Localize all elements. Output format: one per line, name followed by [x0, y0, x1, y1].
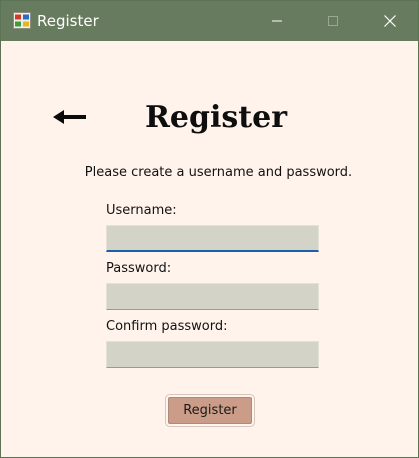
username-label: Username: [106, 203, 177, 218]
register-button[interactable]: Register [168, 397, 252, 424]
confirm-password-input[interactable] [106, 341, 319, 368]
window-title: Register [37, 12, 99, 30]
app-icon [13, 12, 31, 29]
instructions-text: Please create a username and password. [84, 165, 353, 180]
register-window: Register Register Please create a userna… [0, 0, 419, 458]
back-arrow-icon[interactable] [53, 110, 87, 124]
close-button[interactable] [362, 1, 418, 41]
minimize-button[interactable] [249, 1, 305, 41]
password-label: Password: [106, 261, 172, 276]
maximize-icon [328, 16, 338, 26]
confirm-password-label: Confirm password: [106, 319, 228, 334]
password-input[interactable] [106, 283, 319, 310]
minimize-icon [272, 20, 282, 22]
page-title: Register [144, 100, 288, 135]
username-input[interactable] [106, 225, 319, 252]
close-icon [384, 15, 396, 27]
maximize-button[interactable] [305, 1, 361, 41]
title-bar[interactable]: Register [1, 1, 418, 41]
